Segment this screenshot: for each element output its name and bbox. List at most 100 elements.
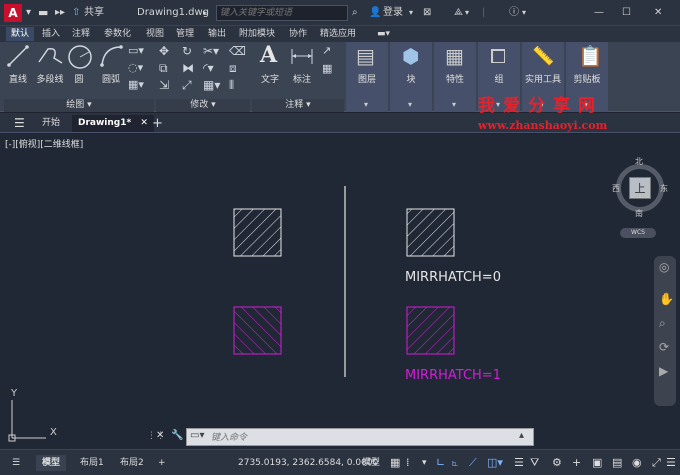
mirrhatch-1-label[interactable]: MIRRHATCH=1 — [405, 368, 501, 383]
model-space-button[interactable]: 模型 — [356, 455, 386, 471]
minimize-button[interactable]: — — [594, 6, 604, 20]
isolate-objects-icon[interactable]: ◉ — [626, 455, 648, 471]
arc-button[interactable]: 圆弧 — [98, 72, 124, 85]
pan-icon[interactable]: ✋ — [659, 292, 674, 306]
steeringwheel-icon[interactable]: ◎ — [659, 260, 669, 274]
login-button[interactable]: 登录 — [383, 6, 403, 20]
draw-panel-label[interactable]: 绘图 ▾ — [4, 99, 154, 112]
viewcube[interactable]: 上 北 南 西 东 WCS — [612, 157, 668, 240]
share-button[interactable]: 共享 — [84, 6, 104, 20]
hatch-square-top-left[interactable] — [233, 208, 282, 257]
table-icon[interactable]: ▦ — [322, 62, 332, 75]
cmdline-close-icon[interactable]: ✕ — [156, 430, 164, 441]
tab-layout1[interactable]: 布局1 — [74, 455, 110, 471]
help-icon[interactable]: ⓘ — [509, 6, 519, 20]
tab-start[interactable]: 开始 — [36, 115, 66, 132]
new-tab-button[interactable]: + — [146, 115, 169, 132]
rotate-icon[interactable]: ↻ — [182, 44, 192, 58]
help-dropdown-icon[interactable]: ▾ — [522, 6, 526, 20]
gradient-icon[interactable]: ▦▾ — [128, 78, 144, 92]
osnap-icon[interactable]: ◫▾ — [481, 455, 509, 471]
circle-icon[interactable] — [67, 44, 93, 70]
text-button[interactable]: 文字 — [256, 72, 284, 85]
menu-icon[interactable]: ☰ — [8, 115, 31, 132]
polyline-button[interactable]: 多段线 — [32, 72, 68, 85]
ribbon-toggle-icon[interactable]: ▬▾ — [372, 27, 395, 41]
zoom-icon[interactable]: ⌕ — [659, 316, 666, 331]
polar-icon[interactable]: ⦜ — [446, 455, 464, 471]
drawing-canvas[interactable]: [-][俯视][二维线框] MIRRHATCH=0 MIRRHATCH=1 Y … — [0, 134, 680, 449]
line-icon[interactable] — [6, 44, 30, 68]
add-layout-button[interactable]: + — [152, 455, 172, 471]
a360-icon[interactable]: ⟁ — [454, 6, 463, 20]
tab-default[interactable]: 默认 — [6, 27, 35, 41]
search-icon[interactable]: ⌕ — [352, 6, 358, 20]
hatch-square-bottom-left[interactable] — [233, 306, 282, 355]
tab-drawing1[interactable]: Drawing1* ✕ — [72, 115, 154, 132]
line-button[interactable]: 直线 — [5, 72, 31, 85]
viewcube-south[interactable]: 南 — [635, 208, 643, 219]
move-icon[interactable]: ✥ — [159, 44, 169, 58]
search-input[interactable] — [217, 6, 347, 20]
arc-icon[interactable] — [99, 44, 125, 68]
offset-icon[interactable]: ⫴ — [229, 78, 234, 92]
user-icon[interactable]: 👤 — [369, 6, 381, 20]
search-box[interactable] — [216, 5, 348, 21]
circle-button[interactable]: 圆 — [69, 72, 89, 85]
array-icon[interactable]: ▦▾ — [203, 78, 220, 92]
workspace-icon[interactable]: ⚙ — [546, 455, 568, 471]
copy-icon[interactable]: ⧉ — [159, 61, 168, 75]
cmdline-customize-icon[interactable]: 🔧 — [171, 430, 183, 441]
text-icon[interactable]: A — [260, 42, 277, 68]
close-button[interactable]: ✕ — [654, 6, 662, 20]
customize-icon[interactable]: ☰ — [660, 455, 680, 471]
erase-icon[interactable]: ⌫ — [229, 44, 246, 58]
title-dropdown-icon[interactable]: ▸ — [203, 6, 207, 20]
cmdline-history-icon[interactable]: ▴ — [519, 430, 524, 441]
tab-parametric[interactable]: 参数化 — [99, 27, 136, 41]
scale-icon[interactable]: ⤢ — [182, 78, 192, 92]
viewcube-east[interactable]: 东 — [660, 183, 668, 194]
hatch-square-bottom-right[interactable] — [406, 306, 455, 355]
modify-panel-label[interactable]: 修改 ▾ — [156, 99, 250, 112]
cmdline-prompt-icon[interactable]: ▭▾ — [190, 430, 204, 441]
trim-icon[interactable]: ✂▾ — [203, 44, 219, 58]
a360-dropdown-icon[interactable]: ▾ — [465, 6, 469, 20]
dimension-icon[interactable] — [290, 46, 314, 68]
polyline-icon[interactable] — [36, 44, 64, 68]
cart-icon[interactable]: ⊠ — [423, 6, 431, 20]
block-tool[interactable]: ⬢ 块 ▾ — [390, 42, 432, 112]
layers-tool[interactable]: ▤ 图层 ▾ — [346, 42, 388, 112]
app-logo[interactable]: A — [4, 4, 22, 22]
tab-layout2[interactable]: 布局2 — [114, 455, 150, 471]
tab-model[interactable]: 模型 — [36, 455, 67, 471]
tab-addins[interactable]: 附加模块 — [234, 27, 280, 41]
explode-icon[interactable]: ⧈ — [229, 61, 237, 75]
stretch-icon[interactable]: ⇲ — [159, 78, 169, 92]
file-icon[interactable]: ▬ — [38, 6, 48, 20]
layout-menu-icon[interactable]: ☰ — [6, 455, 26, 471]
hatch-square-top-right[interactable] — [406, 208, 455, 257]
snap-icon[interactable]: ⁞ — [400, 455, 416, 471]
tab-annotate[interactable]: 注释 — [67, 27, 95, 41]
fillet-icon[interactable]: ◜▾ — [203, 61, 214, 75]
viewcube-west[interactable]: 西 — [612, 183, 620, 194]
annotation-scale-icon[interactable]: ⛛ — [524, 455, 545, 471]
properties-tool[interactable]: ▦ 特性 ▾ — [434, 42, 476, 112]
login-dropdown-icon[interactable]: ▾ — [409, 6, 413, 20]
dimension-button[interactable]: 标注 — [288, 72, 316, 85]
more-icon[interactable]: ▸▸ — [55, 6, 65, 20]
hatch-icon[interactable]: ◌▾ — [128, 61, 143, 75]
app-menu-chevron-icon[interactable]: ▾ — [26, 6, 31, 20]
isodraft-icon[interactable]: ⟋ — [463, 455, 483, 471]
annotation-monitor-icon[interactable]: + — [566, 455, 587, 471]
mirrhatch-0-label[interactable]: MIRRHATCH=0 — [405, 270, 501, 285]
tab-featured-apps[interactable]: 精选应用 — [315, 27, 361, 41]
viewcube-top-face[interactable]: 上 — [629, 177, 651, 199]
tab-manage[interactable]: 管理 — [171, 27, 199, 41]
command-line[interactable]: ▭▾ ▴ — [186, 428, 534, 446]
rectangle-icon[interactable]: ▭▾ — [128, 44, 144, 58]
tab-collaborate[interactable]: 协作 — [284, 27, 312, 41]
tab-output[interactable]: 输出 — [203, 27, 231, 41]
leader-icon[interactable]: ↗ — [322, 44, 331, 57]
